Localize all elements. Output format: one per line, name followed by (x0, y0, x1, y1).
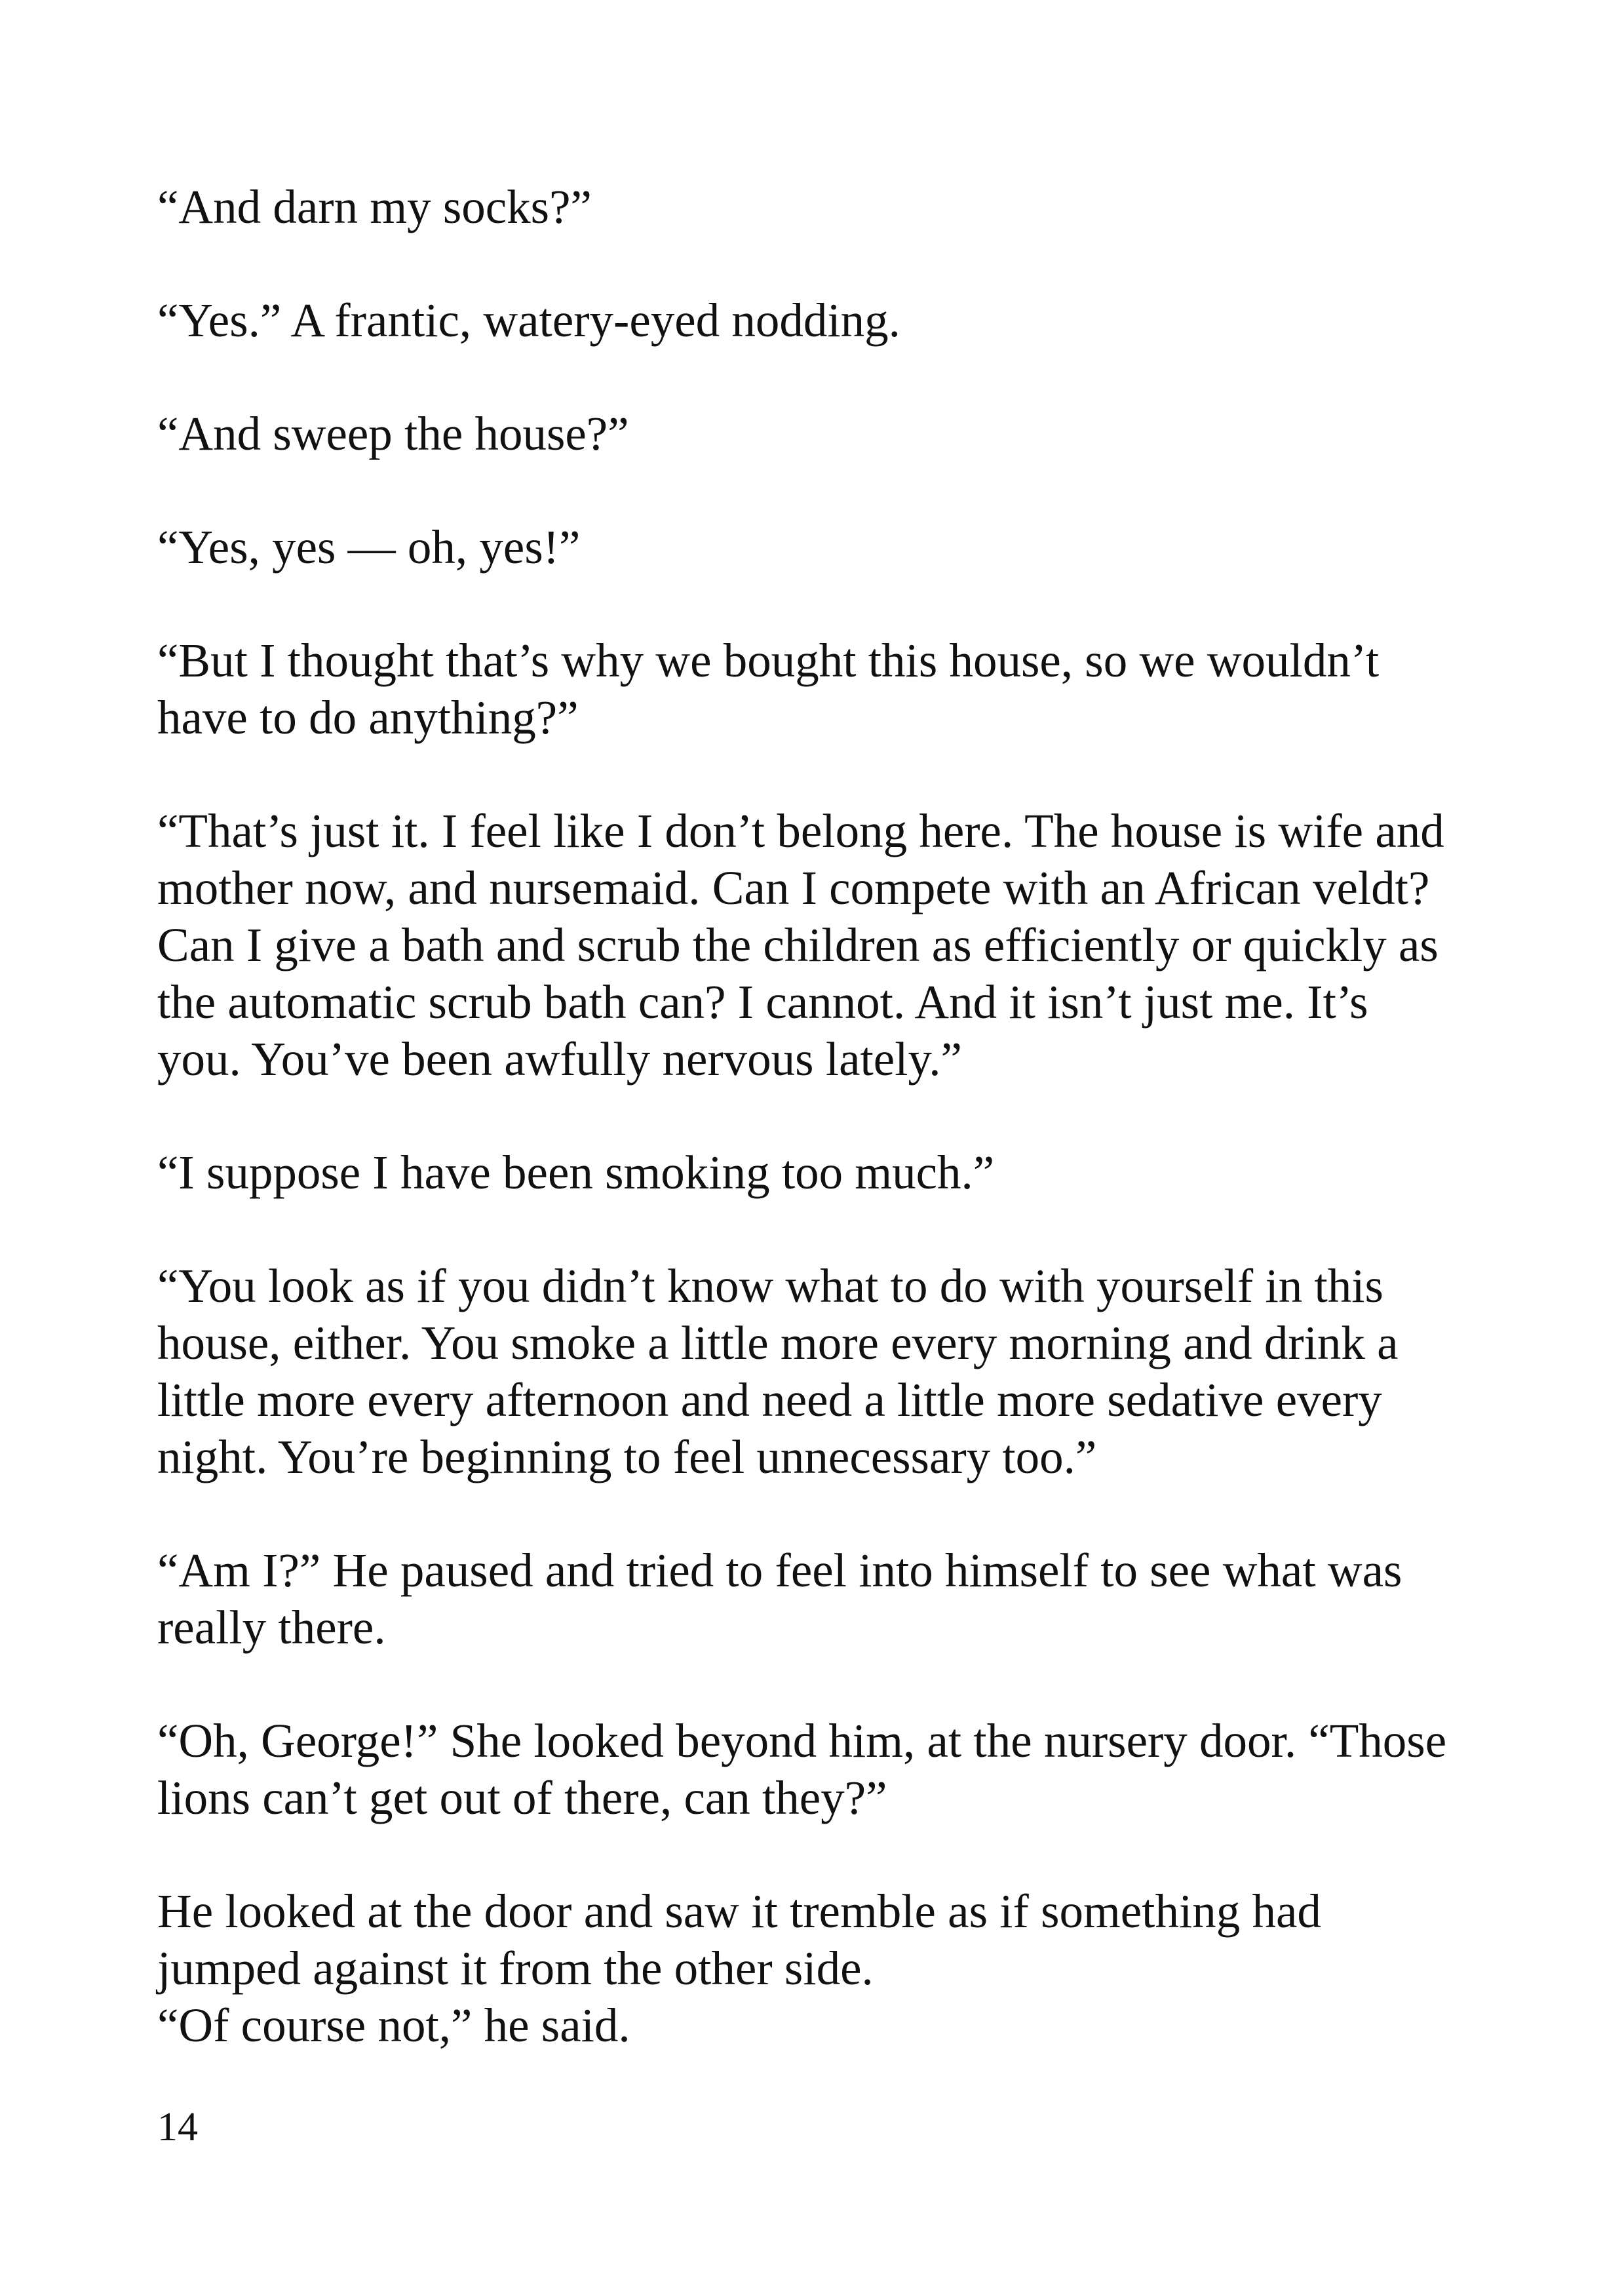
page-number: 14 (157, 2105, 198, 2149)
text-line: “Of course not,” he said. (157, 1999, 630, 2052)
text-line: really there. (157, 1601, 386, 1654)
text-line: “That’s just it. I feel like I don’t bel… (157, 804, 1444, 857)
text-line: little more every afternoon and need a l… (157, 1373, 1382, 1426)
book-page: “And darn my socks?” “Yes.” A frantic, w… (0, 0, 1624, 2293)
text-line: Can I give a bath and scrub the children… (157, 918, 1439, 971)
text-line: lions can’t get out of there, can they?” (157, 1771, 887, 1824)
text-line: the automatic scrub bath can? I cannot. … (157, 975, 1368, 1029)
paragraph-7: “I suppose I have been smoking too much.… (157, 1144, 1501, 1201)
paragraph-4: “Yes, yes — oh, yes!” (157, 519, 1501, 576)
paragraph-11: He looked at the door and saw it tremble… (157, 1883, 1501, 2054)
text-line: have to do anything?” (157, 691, 579, 744)
paragraph-1: “And darn my socks?” (157, 178, 1501, 235)
paragraph-9: “Am I?” He paused and tried to feel into… (157, 1542, 1501, 1656)
text-line: He looked at the door and saw it tremble… (157, 1885, 1321, 1938)
text-line: “Yes, yes — oh, yes!” (157, 520, 581, 574)
text-line: “Yes.” A frantic, watery-eyed nodding. (157, 294, 900, 347)
text-line: “And darn my socks?” (157, 180, 592, 233)
text-line: “You look as if you didn’t know what to … (157, 1259, 1383, 1312)
text-line: “But I thought that’s why we bought this… (157, 634, 1380, 687)
paragraph-6: “That’s just it. I feel like I don’t bel… (157, 802, 1501, 1088)
text-line: you. You’ve been awfully nervous lately.… (157, 1032, 962, 1086)
text-line: “Oh, George!” She looked beyond him, at … (157, 1714, 1447, 1767)
text-line: “I suppose I have been smoking too much.… (157, 1146, 995, 1199)
paragraph-10: “Oh, George!” She looked beyond him, at … (157, 1712, 1501, 1826)
paragraph-8: “You look as if you didn’t know what to … (157, 1257, 1501, 1485)
paragraph-2: “Yes.” A frantic, watery-eyed nodding. (157, 292, 1501, 349)
paragraph-5: “But I thought that’s why we bought this… (157, 632, 1501, 746)
paragraph-3: “And sweep the house?” (157, 405, 1501, 462)
text-line: night. You’re beginning to feel unnecess… (157, 1430, 1097, 1483)
text-line: jumped against it from the other side. (157, 1942, 874, 1995)
body-text: “And darn my socks?” “Yes.” A frantic, w… (157, 178, 1501, 2110)
text-line: “Am I?” He paused and tried to feel into… (157, 1544, 1402, 1597)
text-line: house, either. You smoke a little more e… (157, 1316, 1399, 1369)
text-line: “And sweep the house?” (157, 407, 629, 460)
text-line: mother now, and nursemaid. Can I compete… (157, 861, 1430, 914)
